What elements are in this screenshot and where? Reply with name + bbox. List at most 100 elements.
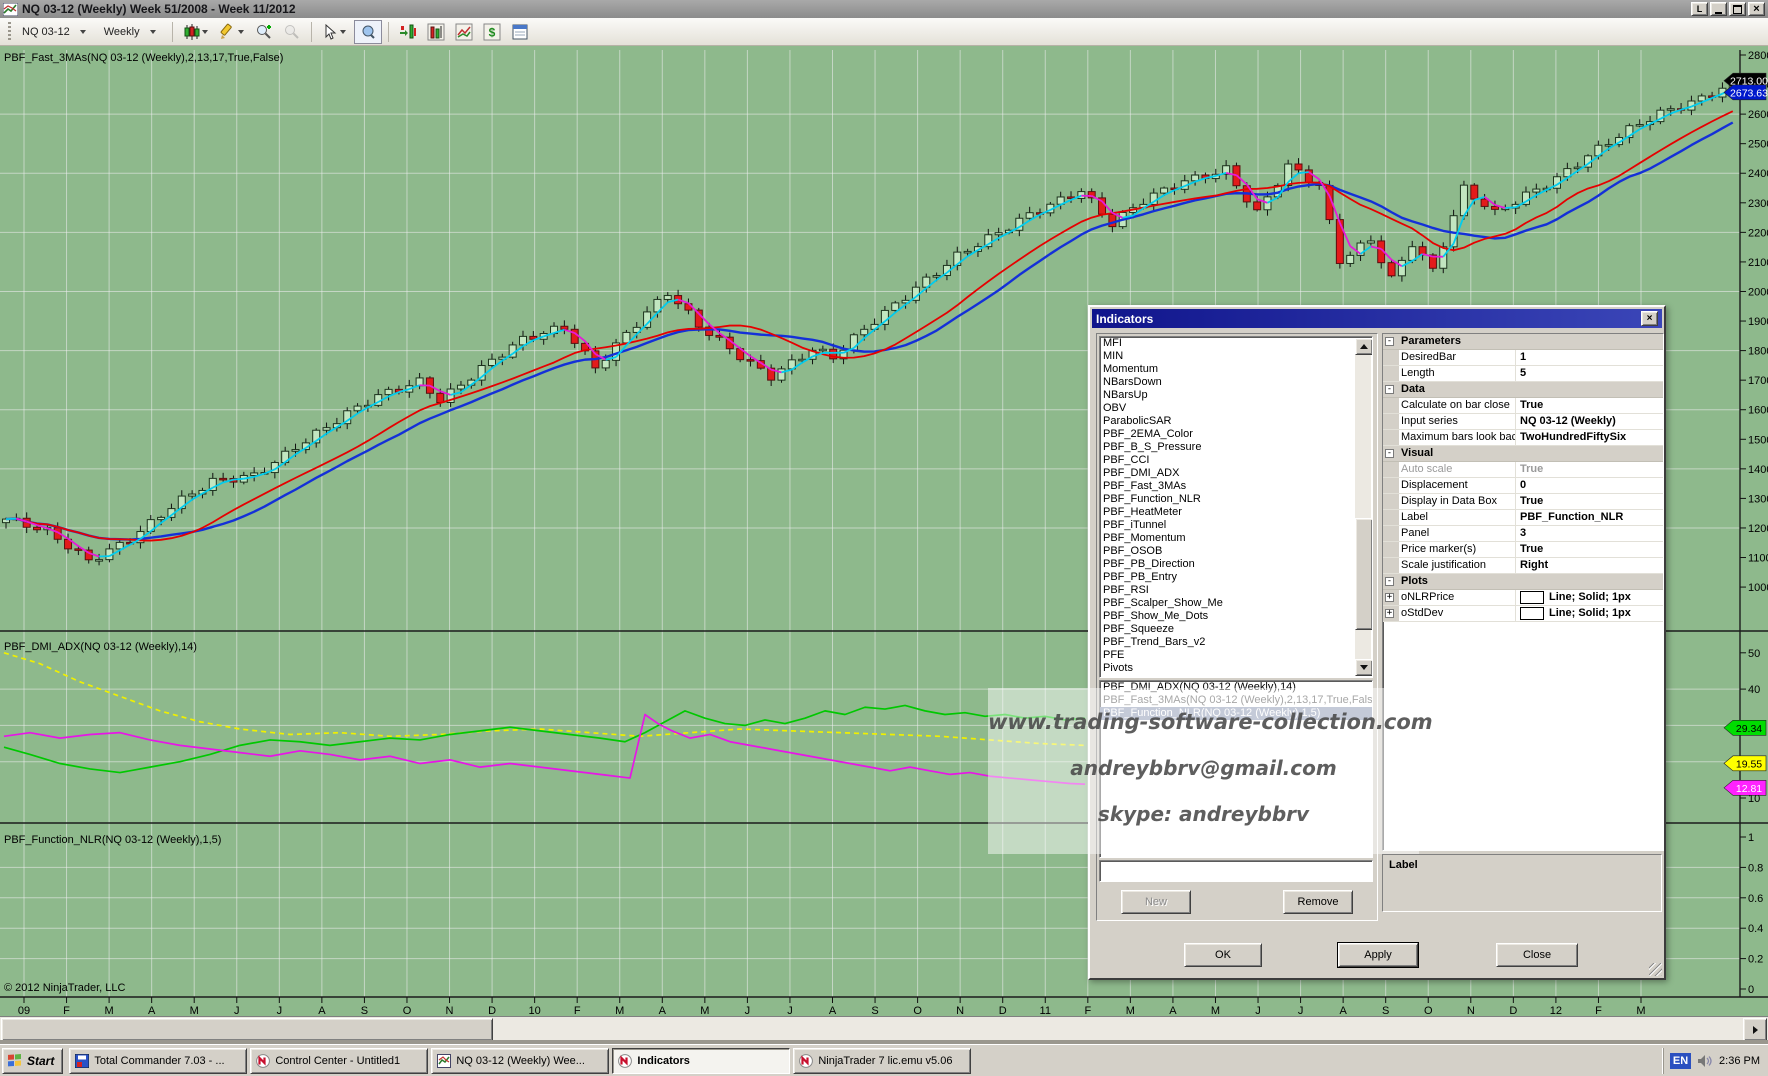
indicator-list-item[interactable]: PFE — [1100, 649, 1372, 662]
collapse-icon[interactable]: - — [1385, 577, 1394, 586]
dollar-button[interactable]: $ — [479, 21, 505, 43]
bars-panel-button[interactable] — [423, 21, 449, 43]
line-chart-button[interactable] — [451, 21, 477, 43]
report-button[interactable] — [507, 21, 533, 43]
list-scrollbar[interactable] — [1355, 338, 1371, 676]
toolbar-grip[interactable] — [8, 22, 11, 42]
chart-horizontal-scrollbar[interactable] — [0, 1016, 1768, 1040]
property-value[interactable]: Line; Solid; 1px — [1516, 606, 1663, 621]
property-category-row[interactable]: -Plots — [1383, 574, 1663, 590]
restore-button[interactable] — [1729, 2, 1746, 16]
speaker-icon[interactable] — [1697, 1054, 1713, 1068]
indicator-list-item[interactable]: NBarsDown — [1100, 376, 1372, 389]
property-value[interactable]: 1 — [1516, 350, 1663, 365]
remove-button[interactable]: Remove — [1283, 890, 1353, 914]
property-value[interactable]: 3 — [1516, 526, 1663, 541]
indicator-list-item[interactable]: PBF_Show_Me_Dots — [1100, 610, 1372, 623]
property-row[interactable]: Maximum bars look backTwoHundredFiftySix — [1383, 430, 1663, 446]
close-button[interactable]: × — [1748, 2, 1765, 16]
property-row[interactable]: Price marker(s)True — [1383, 542, 1663, 558]
collapse-icon[interactable]: - — [1385, 449, 1394, 458]
available-indicators-list[interactable]: MFIMINMomentumNBarsDownNBarsUpOBVParabol… — [1099, 336, 1373, 678]
start-button[interactable]: Start — [2, 1048, 63, 1074]
zoom-in-button[interactable] — [251, 21, 277, 43]
taskbar-task-button[interactable]: Total Commander 7.03 - ... — [69, 1048, 247, 1074]
taskbar-task-button[interactable]: NQ 03-12 (Weekly) Wee... — [431, 1048, 609, 1074]
indicator-list-item[interactable]: PBF_DMI_ADX — [1100, 467, 1372, 480]
dialog-titlebar[interactable]: Indicators × — [1092, 309, 1662, 328]
property-value[interactable]: TwoHundredFiftySix — [1516, 430, 1663, 445]
indicator-list-item[interactable]: PBF_B_S_Pressure — [1100, 441, 1372, 454]
chart-style-button[interactable] — [179, 21, 213, 43]
taskbar-task-active[interactable]: Indicators — [612, 1048, 790, 1074]
property-value[interactable]: True — [1516, 462, 1663, 477]
zoom-out-button[interactable] — [279, 21, 305, 43]
indicator-list-item[interactable]: PBF_2EMA_Color — [1100, 428, 1372, 441]
indicator-list-item[interactable]: MFI — [1100, 337, 1372, 350]
property-row[interactable]: Displacement0 — [1383, 478, 1663, 494]
property-value[interactable]: True — [1516, 398, 1663, 413]
property-value[interactable]: 0 — [1516, 478, 1663, 493]
minimize-button[interactable] — [1710, 2, 1727, 16]
indicator-list-item[interactable]: OBV — [1100, 402, 1372, 415]
link-window-button[interactable]: L — [1691, 2, 1708, 16]
configured-indicator-item[interactable]: PBF_Fast_3MAs(NQ 03-12 (Weekly),2,13,17,… — [1100, 694, 1372, 707]
expand-icon[interactable]: + — [1385, 609, 1394, 618]
collapse-icon[interactable]: - — [1385, 385, 1394, 394]
taskbar-clock[interactable]: 2:36 PM — [1719, 1055, 1760, 1067]
property-row[interactable]: Auto scaleTrue — [1383, 462, 1663, 478]
property-value[interactable]: Line; Solid; 1px — [1516, 590, 1663, 605]
property-row[interactable]: Input seriesNQ 03-12 (Weekly) — [1383, 414, 1663, 430]
property-value[interactable]: 5 — [1516, 366, 1663, 381]
property-row[interactable]: Panel3 — [1383, 526, 1663, 542]
property-row[interactable]: +oStdDevLine; Solid; 1px — [1383, 606, 1663, 622]
scrollbar-thumb[interactable] — [1355, 518, 1373, 630]
data-box-button[interactable] — [354, 20, 382, 44]
indicator-list-item[interactable]: MIN — [1100, 350, 1372, 363]
configured-indicator-item[interactable]: PBF_DMI_ADX(NQ 03-12 (Weekly),14) — [1100, 681, 1372, 694]
indicator-list-item[interactable]: PBF_PB_Entry — [1100, 571, 1372, 584]
property-category-row[interactable]: -Visual — [1383, 446, 1663, 462]
indicator-list-item[interactable]: PBF_Fast_3MAs — [1100, 480, 1372, 493]
indicator-list-item[interactable]: Pivots — [1100, 662, 1372, 675]
indicator-list-item[interactable]: PBF_PB_Direction — [1100, 558, 1372, 571]
cursor-button[interactable] — [318, 21, 352, 43]
language-indicator[interactable]: EN — [1670, 1053, 1691, 1069]
indicator-list-item[interactable]: ParabolicSAR — [1100, 415, 1372, 428]
scroll-right-button[interactable] — [1743, 1018, 1767, 1041]
indicator-list-item[interactable]: PBF_RSI — [1100, 584, 1372, 597]
indicator-text-line[interactable] — [1099, 860, 1373, 882]
indicator-list-item[interactable]: PBF_Squeeze — [1100, 623, 1372, 636]
configured-indicators-list[interactable]: PBF_DMI_ADX(NQ 03-12 (Weekly),14)PBF_Fas… — [1099, 680, 1373, 858]
scrollbar-thumb[interactable] — [1, 1018, 493, 1041]
drawing-tools-button[interactable] — [215, 21, 249, 43]
configured-indicator-item[interactable]: PBF_Function_NLR(NQ 03-12 (Weekly),1,5) — [1100, 707, 1372, 720]
property-value[interactable]: True — [1516, 542, 1663, 557]
taskbar-task-button[interactable]: NinjaTrader 7 lic.emu v5.06 — [793, 1048, 971, 1074]
close-dialog-button[interactable]: Close — [1496, 943, 1578, 967]
dialog-close-button[interactable]: × — [1641, 311, 1658, 326]
property-value[interactable]: PBF_Function_NLR — [1516, 510, 1663, 525]
apply-button[interactable]: Apply — [1338, 943, 1418, 967]
property-row[interactable]: Calculate on bar closeTrue — [1383, 398, 1663, 414]
indicator-list-item[interactable]: PBF_Scalper_Show_Me — [1100, 597, 1372, 610]
ok-button[interactable]: OK — [1184, 943, 1262, 967]
indicator-list-item[interactable]: PBF_OSOB — [1100, 545, 1372, 558]
indicator-list-item[interactable]: PBF_CCI — [1100, 454, 1372, 467]
indicator-list-item[interactable]: NBarsUp — [1100, 389, 1372, 402]
property-row[interactable]: LabelPBF_Function_NLR — [1383, 510, 1663, 526]
indicator-list-item[interactable]: PBF_HeatMeter — [1100, 506, 1372, 519]
indicator-list-item[interactable]: PBF_iTunnel — [1100, 519, 1372, 532]
scroll-up-button[interactable] — [1355, 338, 1373, 355]
taskbar-task-button[interactable]: Control Center - Untitled1 — [250, 1048, 428, 1074]
property-row[interactable]: Length5 — [1383, 366, 1663, 382]
expand-icon[interactable]: + — [1385, 593, 1394, 602]
plot-color-swatch[interactable] — [1520, 607, 1544, 620]
instrument-dropdown[interactable]: NQ 03-12 — [15, 21, 93, 43]
indicator-list-item[interactable]: PBF_Function_NLR — [1100, 493, 1372, 506]
resize-grip[interactable] — [1649, 963, 1662, 976]
property-row[interactable]: Scale justificationRight — [1383, 558, 1663, 574]
property-value[interactable]: NQ 03-12 (Weekly) — [1516, 414, 1663, 429]
property-grid[interactable]: -ParametersDesiredBar1Length5-DataCalcul… — [1382, 333, 1664, 851]
scroll-down-button[interactable] — [1355, 659, 1373, 676]
